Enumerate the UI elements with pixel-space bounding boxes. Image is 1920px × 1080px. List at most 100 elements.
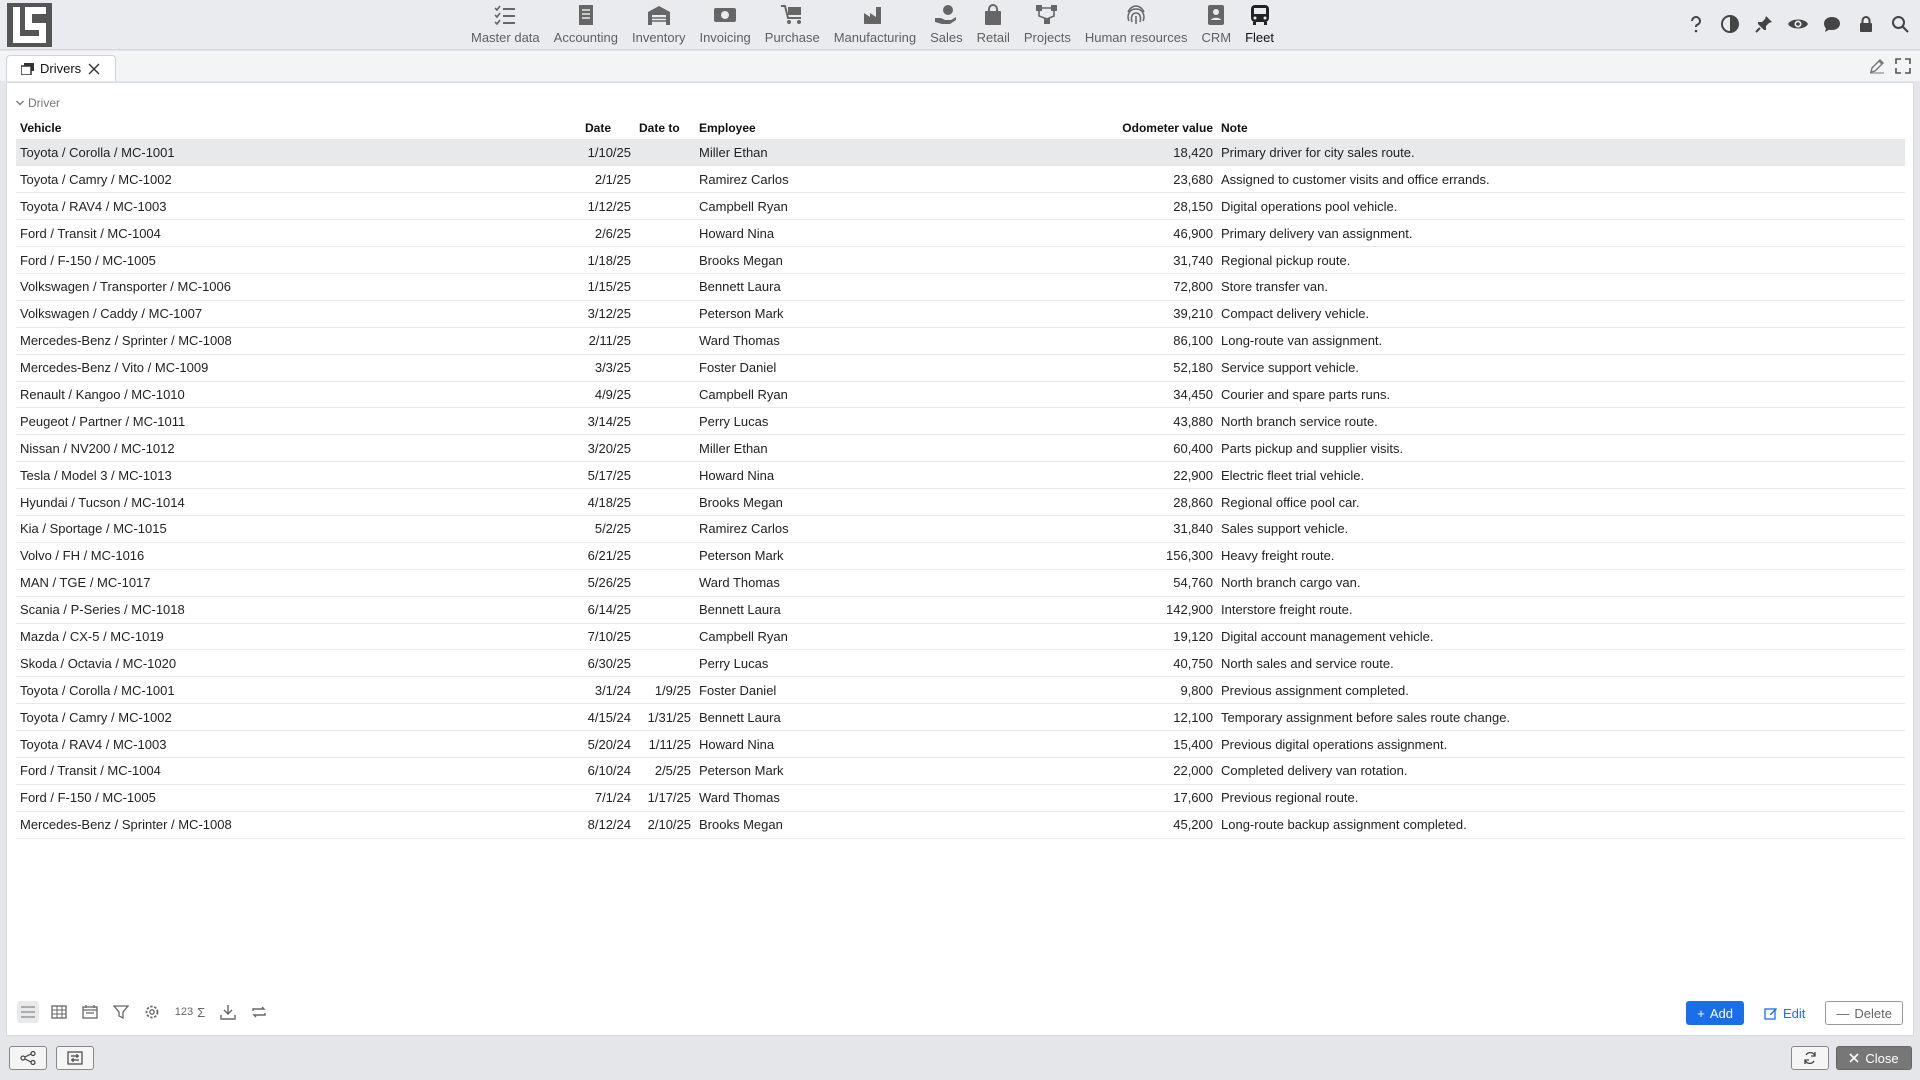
column-header-date-to[interactable]: Date to [635,116,695,139]
cell-odometer: 142,900 [1060,596,1217,624]
tab-drivers[interactable]: Drivers [6,55,116,81]
table-row[interactable]: Volkswagen / Caddy / MC-1007 3/12/25 Peter… [16,300,1905,328]
table-row[interactable]: Mazda / CX-5 / MC-1019 7/10/25 Campbell Ry… [16,623,1905,651]
search-icon[interactable] [1888,12,1912,36]
table-row[interactable]: Volkswagen / Transporter / MC-1006 1/15/2… [16,273,1905,301]
share-button[interactable] [9,1046,47,1070]
cell-note: Service support vehicle. [1217,354,1905,382]
filter-icon[interactable] [110,1001,132,1023]
eye-icon[interactable] [1786,12,1810,36]
table-row[interactable]: Ford / F-150 / MC-1005 7/1/24 1/17/25 Ward … [16,784,1905,812]
cell-employee: Brooks Megan [695,488,1060,516]
cell-employee: Perry Lucas [695,407,1060,436]
edit-button[interactable]: Edit [1754,1001,1815,1025]
table-row[interactable]: Toyota / Camry / MC-1002 4/15/24 1/31/25 Be… [16,703,1905,732]
table-row[interactable]: Ford / F-150 / MC-1005 1/18/25 Brooks Mega… [16,246,1905,274]
column-header-employee[interactable]: Employee [695,116,1060,139]
module-purchase[interactable]: Purchase [758,0,827,50]
column-header-vehicle[interactable]: Vehicle [16,116,581,139]
table-row[interactable]: Mercedes-Benz / Sprinter / MC-1008 2/11/2… [16,327,1905,355]
module-fleet[interactable]: Fleet [1238,0,1281,50]
cell-vehicle: Mercedes-Benz / Vito / MC-1009 [16,354,581,382]
cell-date: 4/9/25 [581,381,635,409]
lock-icon[interactable] [1854,12,1878,36]
help-icon[interactable] [1684,12,1708,36]
cell-employee: Bennett Laura [695,273,1060,301]
column-header-date[interactable]: Date [581,116,635,139]
table-row[interactable]: Peugeot / Partner / MC-1011 3/14/25 Perry … [16,407,1905,436]
module-manufacturing[interactable]: Manufacturing [827,0,923,50]
cell-employee: Campbell Ryan [695,192,1060,221]
list-view-icon[interactable] [17,1001,39,1023]
module-human-resources[interactable]: Human resources [1078,0,1195,50]
table-row[interactable]: Ford / Transit / MC-1004 2/6/25 Howard Nin… [16,219,1905,248]
refresh-icon[interactable] [248,1001,270,1023]
table-row[interactable]: Toyota / Corolla / MC-1001 1/10/25 Miller … [16,139,1905,167]
cell-date: 7/1/24 [581,784,635,812]
pin-icon[interactable] [1752,12,1776,36]
table-row[interactable]: Ford / Transit / MC-1004 6/10/24 2/5/25 Pet… [16,757,1905,785]
column-header-odometer[interactable]: Odometer value [1060,116,1217,139]
table-row[interactable]: Kia / Sportage / MC-1015 5/2/25 Ramirez Ca… [16,515,1905,543]
table-row[interactable]: Scania / P-Series / MC-1018 6/14/25 Bennet… [16,596,1905,624]
cell-date-to [635,434,695,463]
table-view-icon[interactable] [48,1001,70,1023]
table-row[interactable]: Hyundai / Tucson / MC-1014 4/18/25 Brooks … [16,488,1905,516]
table-row[interactable]: Tesla / Model 3 / MC-1013 5/17/25 Howard N… [16,461,1905,490]
table-row[interactable]: Mercedes-Benz / Vito / MC-1009 3/3/25 Fost… [16,354,1905,382]
cell-vehicle: Ford / Transit / MC-1004 [16,757,581,785]
settings-gear-icon[interactable] [141,1001,163,1023]
pencil-icon[interactable] [1868,57,1886,75]
cell-employee: Howard Nina [695,219,1060,248]
module-master-data[interactable]: Master data [464,0,547,50]
sync-button[interactable] [1791,1046,1829,1070]
table-row[interactable]: Skoda / Octavia / MC-1020 6/30/25 Perry Lu… [16,649,1905,678]
module-sales[interactable]: Sales [923,0,970,50]
chevron-down-icon[interactable] [15,98,25,108]
calendar-view-icon[interactable] [79,1001,101,1023]
share-icon [20,1051,36,1065]
table-row[interactable]: Nissan / NV200 / MC-1012 3/20/25 Miller Et… [16,434,1905,463]
column-header-note[interactable]: Note [1217,116,1905,139]
table-row[interactable]: Toyota / Camry / MC-1002 2/1/25 Ramirez Ca… [16,165,1905,194]
chat-icon[interactable] [1820,12,1844,36]
cell-note: Long-route backup assignment completed. [1217,811,1905,839]
cell-odometer: 72,800 [1060,273,1217,301]
cell-odometer: 54,760 [1060,569,1217,597]
tab-strip: Drivers [0,51,1920,81]
add-button[interactable]: + Add [1686,1001,1745,1025]
totals-toggle[interactable]: 123 Σ [172,1001,208,1023]
table-row[interactable]: Renault / Kangoo / MC-1010 4/9/25 Campbell… [16,381,1905,409]
module-invoicing[interactable]: Invoicing [692,0,757,50]
table-row[interactable]: Toyota / RAV4 / MC-1003 1/12/25 Campbell R… [16,192,1905,221]
delete-button[interactable]: — Delete [1825,1001,1903,1025]
cell-employee: Miller Ethan [695,139,1060,167]
contrast-icon[interactable] [1718,12,1742,36]
numbers-label: 123 [174,1006,194,1018]
table-row[interactable]: Toyota / RAV4 / MC-1003 5/20/24 1/11/25 How… [16,730,1905,758]
cell-vehicle: Ford / Transit / MC-1004 [16,219,581,248]
module-inventory[interactable]: Inventory [625,0,692,50]
cell-date: 2/1/25 [581,165,635,194]
cell-vehicle: Hyundai / Tucson / MC-1014 [16,488,581,516]
download-icon[interactable] [217,1001,239,1023]
close-button[interactable]: Close [1836,1046,1912,1070]
sliders-button[interactable] [56,1046,94,1070]
table-row[interactable]: MAN / TGE / MC-1017 5/26/25 Ward Thomas 54,… [16,569,1905,597]
cell-date: 6/21/25 [581,542,635,570]
group-header[interactable]: Driver [15,96,60,110]
cell-date: 3/3/25 [581,354,635,382]
cell-odometer: 19,120 [1060,623,1217,651]
module-projects[interactable]: Projects [1017,0,1078,50]
table-row[interactable]: Volvo / FH / MC-1016 6/21/25 Peterson Mark… [16,542,1905,570]
table-row[interactable]: Mercedes-Benz / Sprinter / MC-1008 8/12/2… [16,811,1905,839]
table-row[interactable]: Toyota / Corolla / MC-1001 3/1/24 1/9/25 Fo… [16,676,1905,705]
cell-vehicle: Toyota / Camry / MC-1002 [16,165,581,194]
module-crm[interactable]: CRM [1194,0,1238,50]
app-logo[interactable] [7,3,52,47]
close-tab-icon[interactable] [87,62,101,76]
module-retail[interactable]: Retail [970,0,1017,50]
fullscreen-icon[interactable] [1894,57,1912,75]
cell-vehicle: Peugeot / Partner / MC-1011 [16,407,581,436]
module-accounting[interactable]: Accounting [547,0,625,50]
